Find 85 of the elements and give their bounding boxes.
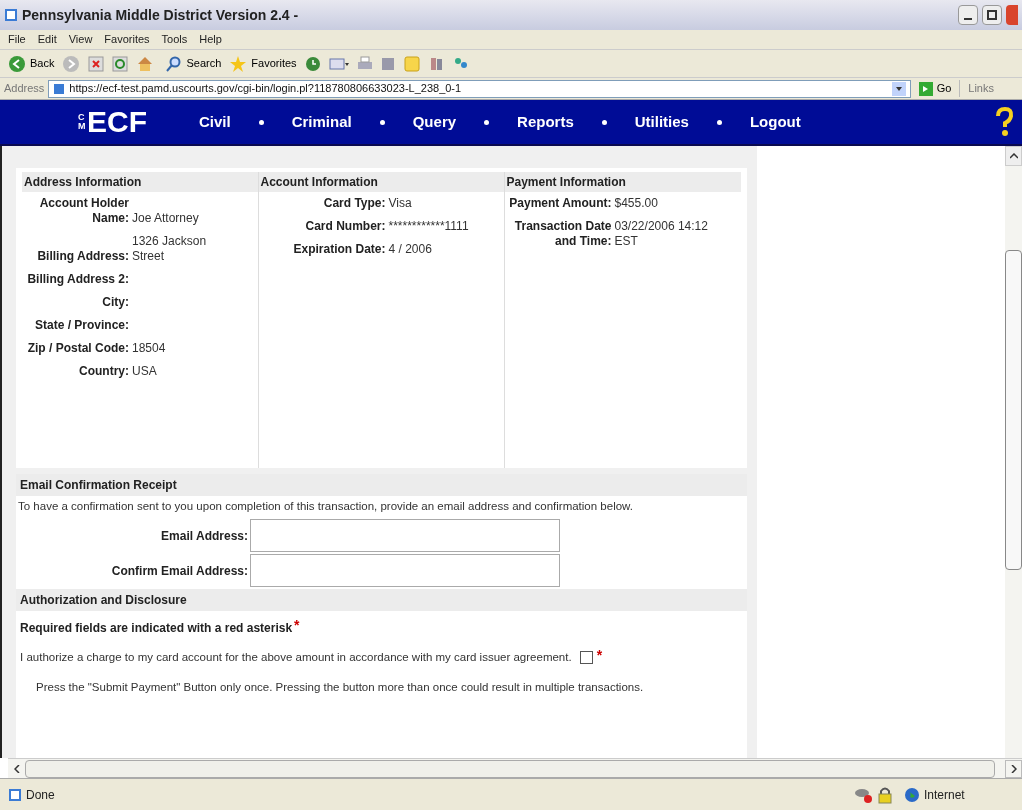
- menu-item[interactable]: File: [8, 31, 26, 48]
- agreement-checkbox[interactable]: [579, 651, 593, 665]
- vertical-scrollbar[interactable]: [1005, 146, 1022, 758]
- nav-link[interactable]: Query: [412, 110, 457, 134]
- field-value: 18504: [132, 341, 167, 356]
- field-label: Card Number:: [304, 219, 387, 234]
- printer-icon[interactable]: [356, 55, 373, 72]
- field-value: $455.00: [614, 196, 659, 211]
- field-label: Account Holder Name:: [38, 196, 130, 226]
- menu-item[interactable]: Tools: [161, 31, 188, 48]
- nav-link[interactable]: Reports: [517, 110, 574, 134]
- field-value: 4 / 2006: [388, 242, 433, 257]
- refresh-icon[interactable]: [112, 55, 129, 72]
- history-icon[interactable]: [304, 55, 321, 72]
- field-value: ************1111: [388, 219, 470, 234]
- field-label: Payment Amount:: [508, 196, 613, 211]
- field-label: Transaction Date and Time:: [513, 219, 613, 249]
- window-title: Pennsylvania Middle District Version 2.4 -: [22, 5, 299, 25]
- nav-link[interactable]: Criminal: [291, 110, 352, 134]
- help-icon[interactable]: [994, 107, 1014, 137]
- section-header: Authorization and Disclosure: [16, 589, 747, 612]
- favorites-button[interactable]: Favorites: [229, 54, 297, 73]
- required-asterisk: *: [294, 619, 300, 632]
- page-icon: [53, 82, 66, 95]
- section-header: Address Information: [22, 172, 258, 192]
- email-input-field[interactable]: [250, 554, 560, 588]
- field-label: Zip / Postal Code:: [26, 341, 130, 356]
- field-value: Joe Attorney: [132, 211, 200, 226]
- field-label: Country:: [78, 364, 130, 379]
- back-button[interactable]: Back: [8, 54, 55, 73]
- zone-text: Internet: [924, 786, 966, 804]
- nav-link[interactable]: Logout: [749, 110, 801, 134]
- field-value: 1326 Jackson Street: [132, 234, 208, 264]
- field-label: State / Province:: [33, 318, 130, 333]
- field-label: Card Type:: [322, 196, 387, 211]
- instruction-text: To have a confirmation sent to you upon completion of this transaction, provide an email address and confirmation below.: [18, 499, 634, 514]
- menu-item[interactable]: Favorites: [104, 31, 150, 48]
- warning-text: Press the "Submit Payment" Button only once. Pressing the button more than once could result in multiple transactions.: [35, 679, 645, 695]
- field-label: City:: [101, 295, 130, 310]
- field-label: Expiration Date:: [292, 242, 387, 257]
- field-value: Visa: [388, 196, 413, 211]
- address-label: Address: [4, 81, 45, 97]
- nav-link[interactable]: Civil: [199, 110, 231, 134]
- logo: ECF: [87, 107, 147, 137]
- dropdown-caret-icon[interactable]: [891, 81, 906, 96]
- nav-separator-icon: [484, 119, 490, 125]
- menu-item[interactable]: Help: [199, 31, 222, 48]
- field-label: Billing Address 2:: [26, 272, 130, 287]
- nav-link[interactable]: Utilities: [634, 110, 689, 134]
- email-input-field[interactable]: [250, 519, 560, 553]
- field-label: Email Address:: [160, 527, 249, 545]
- links-button[interactable]: Links: [959, 80, 1018, 97]
- section-header: Account Information: [258, 172, 504, 192]
- required-asterisk: *: [596, 649, 603, 662]
- go-button[interactable]: Go: [914, 80, 956, 97]
- minimize-button[interactable]: [958, 5, 978, 25]
- nav-separator-icon: [601, 119, 607, 125]
- lock-icon: [878, 785, 892, 804]
- field-label: Billing Address:: [36, 249, 130, 264]
- mail-icon[interactable]: [328, 55, 349, 72]
- section-header: Payment Information: [504, 172, 741, 192]
- nav-separator-icon: [379, 119, 385, 125]
- search-icon: [166, 55, 183, 72]
- nav-separator-icon: [716, 119, 722, 125]
- field-value: 03/22/2006 14:12 EST: [614, 219, 709, 249]
- scrollbar-thumb[interactable]: [1005, 250, 1022, 570]
- home-icon[interactable]: [136, 55, 155, 72]
- section-header: Email Confirmation Receipt: [16, 474, 747, 496]
- page-icon: [8, 787, 22, 802]
- required-note: Required fields are indicated with a red asterisk: [20, 620, 293, 638]
- nav-separator-icon: [258, 119, 264, 125]
- globe-icon: [904, 786, 920, 803]
- star-icon: [229, 54, 248, 73]
- menu-item[interactable]: View: [68, 31, 93, 48]
- logo-small-text: CM: [78, 113, 87, 131]
- stop-icon[interactable]: [88, 55, 105, 72]
- maximize-button[interactable]: [982, 5, 1002, 25]
- field-label: Confirm Email Address:: [110, 562, 249, 580]
- menu-item[interactable]: Edit: [37, 31, 57, 48]
- field-value: USA: [132, 364, 158, 379]
- browser-page-icon: [4, 8, 18, 22]
- address-field[interactable]: https://ecf-test.pamd.uscourts.gov/cgi-bin/login.pl?118780806633023-L_238_0-1: [48, 79, 911, 98]
- search-button[interactable]: Search: [166, 55, 222, 72]
- agreement-text: I authorize a charge to my card account for the above amount in accordance with my card issuer agreement.: [20, 650, 572, 666]
- status-text: Done: [26, 786, 55, 804]
